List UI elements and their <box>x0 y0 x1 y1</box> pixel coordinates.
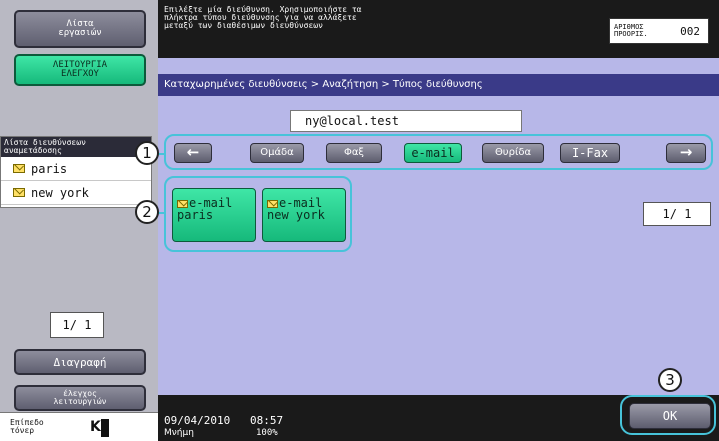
ok-button[interactable]: OK <box>629 403 711 429</box>
callout-2: 2 <box>135 200 159 224</box>
prev-arrow-button[interactable]: ← <box>174 143 212 163</box>
left-sidebar: Λίστα εργασιών ΛΕΙΤΟΥΡΓΙΑ ΕΛΕΓΧΟΥ Λίστα … <box>0 0 158 441</box>
callout-1: 1 <box>135 141 159 165</box>
destination-button-new-york[interactable]: e-mail new york <box>262 188 346 242</box>
check-operation-button[interactable]: έλεγχος λειτουργιών <box>14 385 146 411</box>
delete-button[interactable]: Διαγραφή <box>14 349 146 375</box>
destination-counter: ΑΡΙΘΜΟΣ ΠΡΟΟΡΙΣ. 002 <box>609 18 709 44</box>
results-area: e-mail paris e-mail new york <box>164 176 352 252</box>
memory-label: Μνήμη <box>164 428 194 438</box>
destination-button-paris[interactable]: e-mail paris <box>172 188 256 242</box>
envelope-icon <box>13 164 25 173</box>
copier-screen: Λίστα εργασιών ΛΕΙΤΟΥΡΓΙΑ ΕΛΕΓΧΟΥ Λίστα … <box>0 0 719 441</box>
status-date: 09/04/2010 <box>164 414 231 427</box>
status-time: 08:57 <box>250 414 284 427</box>
toner-bar <box>101 419 109 437</box>
main-panel: Καταχωρημένες διευθύνσεις > Αναζήτηση > … <box>158 58 719 395</box>
type-group-button[interactable]: Ομάδα <box>250 143 304 163</box>
envelope-icon <box>267 200 278 208</box>
broadcast-list-title: Λίστα διευθύνσεων αναμετάδοσης <box>1 137 151 157</box>
search-value-field[interactable]: ny@local.test <box>290 110 522 132</box>
broadcast-list-item[interactable]: paris <box>1 157 151 181</box>
callout-3: 3 <box>658 368 682 392</box>
destination-name: paris <box>177 208 214 222</box>
callout-1-leader <box>158 153 166 155</box>
address-type-bar: ← Ομάδα Φαξ e-mail Θυρίδα I-Fax → <box>164 134 713 170</box>
envelope-icon <box>177 200 188 208</box>
type-fax-button[interactable]: Φαξ <box>326 143 382 163</box>
broadcast-list-item[interactable]: new york <box>1 181 151 205</box>
broadcast-item-label: new york <box>31 185 89 200</box>
check-function-button[interactable]: ΛΕΙΤΟΥΡΓΙΑ ΕΛΕΓΧΟΥ <box>14 54 146 86</box>
broadcast-list-panel: Λίστα διευθύνσεων αναμετάδοσης paris new… <box>0 136 152 208</box>
destination-count-value: 002 <box>680 24 700 38</box>
toner-level: Επίπεδο τόνερ K <box>0 412 158 441</box>
destination-count-label: ΑΡΙΘΜΟΣ ΠΡΟΟΡΙΣ. <box>614 23 648 38</box>
destination-name: new york <box>267 208 325 222</box>
toner-label: Επίπεδο τόνερ <box>10 418 44 435</box>
type-ifax-button[interactable]: I-Fax <box>560 143 620 163</box>
memory-value: 100% <box>256 428 278 438</box>
envelope-icon <box>13 188 25 197</box>
type-email-button[interactable]: e-mail <box>404 143 462 163</box>
broadcast-item-label: paris <box>31 161 68 176</box>
results-page-indicator: 1/ 1 <box>643 202 711 226</box>
type-box-button[interactable]: Θυρίδα <box>482 143 544 163</box>
toner-color-label: K <box>90 419 101 435</box>
message-bar: Επιλέξτε μία διεύθυνση. Χρησιμοποιήστε τ… <box>158 0 719 50</box>
broadcast-page-indicator: 1/ 1 <box>50 312 104 338</box>
job-list-button[interactable]: Λίστα εργασιών <box>14 10 146 48</box>
breadcrumb: Καταχωρημένες διευθύνσεις > Αναζήτηση > … <box>158 74 719 96</box>
next-arrow-button[interactable]: → <box>666 143 706 163</box>
callout-2-leader <box>158 212 166 214</box>
instruction-message: Επιλέξτε μία διεύθυνση. Χρησιμοποιήστε τ… <box>164 5 362 30</box>
